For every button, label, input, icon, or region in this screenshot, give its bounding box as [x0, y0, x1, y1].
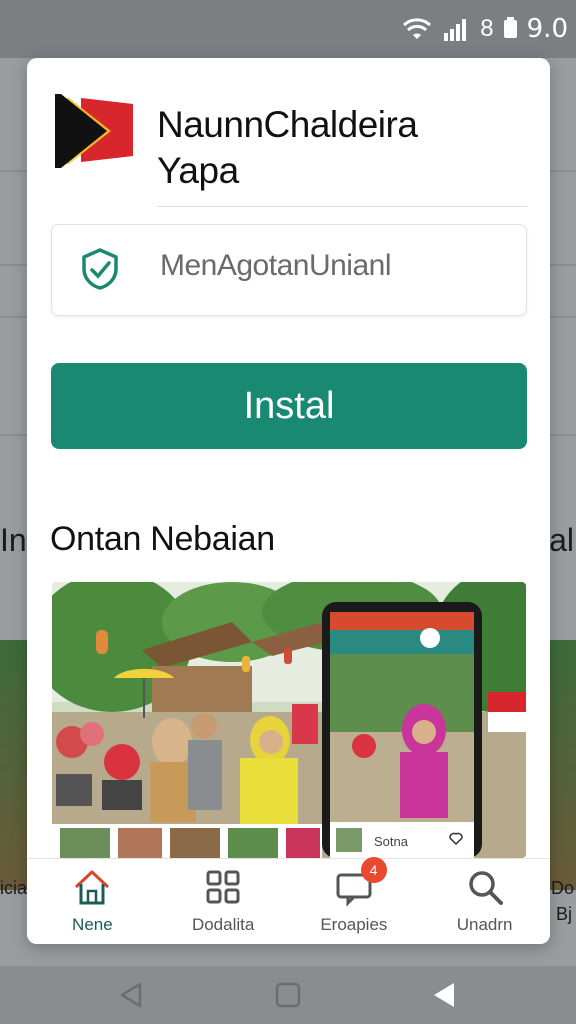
bg-label-right-2: Bj [555, 904, 572, 924]
app-install-card: NaunnChaldeira Yapa MenAgotanUnianl Inst… [27, 58, 550, 944]
app-title: NaunnChaldeira Yapa [157, 102, 517, 194]
wifi-icon [403, 18, 432, 39]
tab-label: Eroapies [320, 915, 388, 934]
grid-icon [206, 870, 240, 904]
home-icon [75, 870, 110, 905]
verified-shield-icon [82, 248, 118, 290]
signal-icon [444, 19, 467, 41]
bg-photo-left [0, 640, 28, 890]
phone-overlay-label: Sotna [374, 834, 409, 849]
tab-messages[interactable]: 4 Eroapies [289, 857, 420, 944]
tab-categories[interactable]: Dodalita [158, 859, 289, 944]
tab-home[interactable]: Nene [27, 859, 158, 944]
recents-icon[interactable] [428, 978, 462, 1012]
app-title-line2: Yapa [157, 150, 239, 191]
app-title-line1: NaunnChaldeira [157, 104, 418, 145]
bottom-tab-bar: Nene Dodalita 4 Eroapies Unadrn [27, 857, 550, 944]
tab-label: Nene [72, 915, 113, 934]
header-divider [157, 206, 527, 207]
bg-heading-right: al [549, 522, 574, 558]
developer-box[interactable]: MenAgotanUnianl [51, 224, 527, 316]
install-button[interactable]: Instal [51, 363, 527, 449]
battery-icon [503, 17, 517, 38]
status-bar: 8 9.0 [0, 0, 576, 58]
tab-label: Dodalita [191, 915, 255, 934]
bg-heading-left: In [0, 522, 27, 558]
search-icon [468, 871, 503, 905]
status-icons: 8 9.0 [402, 14, 568, 44]
section-title: Ontan Nebaian [50, 520, 275, 558]
back-icon[interactable] [114, 978, 148, 1012]
bg-photo-right [550, 640, 576, 890]
system-nav-bar [0, 966, 576, 1024]
developer-name: MenAgotanUnianl [160, 249, 392, 282]
notification-badge: 4 [360, 857, 387, 883]
bg-label-left: icia [0, 878, 28, 898]
tab-search[interactable]: Unadrn [419, 859, 550, 944]
flag-logo-icon [55, 94, 133, 168]
home-nav-icon[interactable] [271, 978, 305, 1012]
app-screenshot[interactable]: Sotna [52, 582, 526, 858]
status-time: 9.0 [526, 14, 568, 44]
battery-percent: 8 [480, 15, 494, 42]
bg-label-right: Do [550, 878, 574, 898]
screenshot-image: Sotna [52, 582, 526, 858]
tab-label: Unadrn [456, 915, 513, 934]
